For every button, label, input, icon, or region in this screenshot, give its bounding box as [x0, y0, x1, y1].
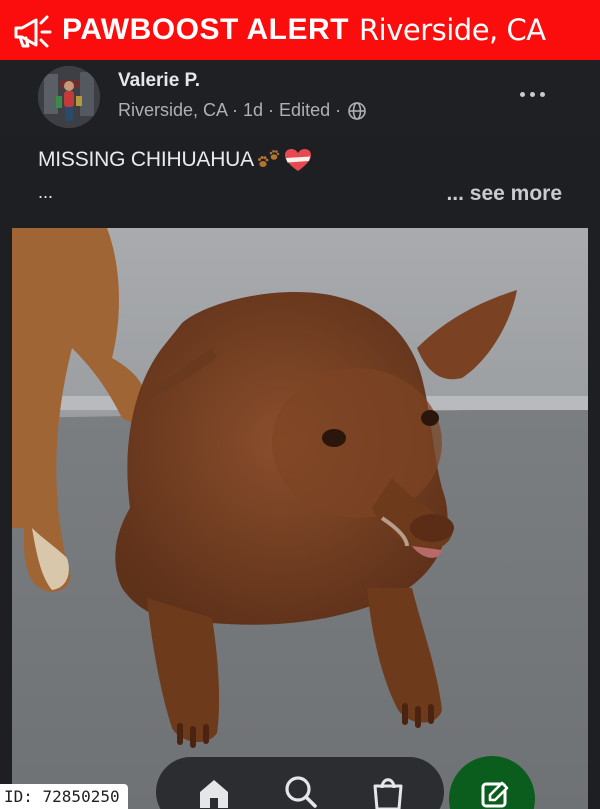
post-ellipsis: ...	[38, 182, 54, 202]
compose-icon	[481, 781, 509, 808]
brown-chihuahua-photo[interactable]	[12, 228, 588, 809]
more-options-icon[interactable]	[517, 82, 547, 106]
avatar-image	[38, 66, 100, 128]
paw-prints-icon	[256, 149, 282, 171]
id-label: ID: 72850250	[0, 784, 128, 809]
post-text: MISSING CHIHUAHUA	[38, 148, 312, 172]
post-meta-text: Riverside, CA · 1d · Edited ·	[118, 100, 342, 120]
home-icon[interactable]	[194, 772, 234, 809]
shopping-bag-icon[interactable]	[368, 772, 408, 809]
heart-icon	[284, 148, 312, 172]
banner-brand: PAWBOOST ALERT	[62, 13, 349, 46]
author-name[interactable]: Valerie P.	[118, 70, 200, 92]
compose-button[interactable]	[449, 756, 535, 809]
post-meta: Riverside, CA · 1d · Edited ·	[118, 100, 367, 121]
see-more-link[interactable]: ... see more	[446, 182, 562, 206]
globe-icon	[348, 101, 366, 120]
avatar[interactable]	[38, 66, 100, 128]
search-icon[interactable]	[281, 772, 321, 809]
alert-banner: PAWBOOST ALERT Riverside, CA	[0, 0, 600, 60]
megaphone-icon	[14, 15, 52, 48]
banner-city: Riverside, CA	[359, 13, 546, 47]
post-text-content: MISSING CHIHUAHUA	[38, 148, 254, 171]
